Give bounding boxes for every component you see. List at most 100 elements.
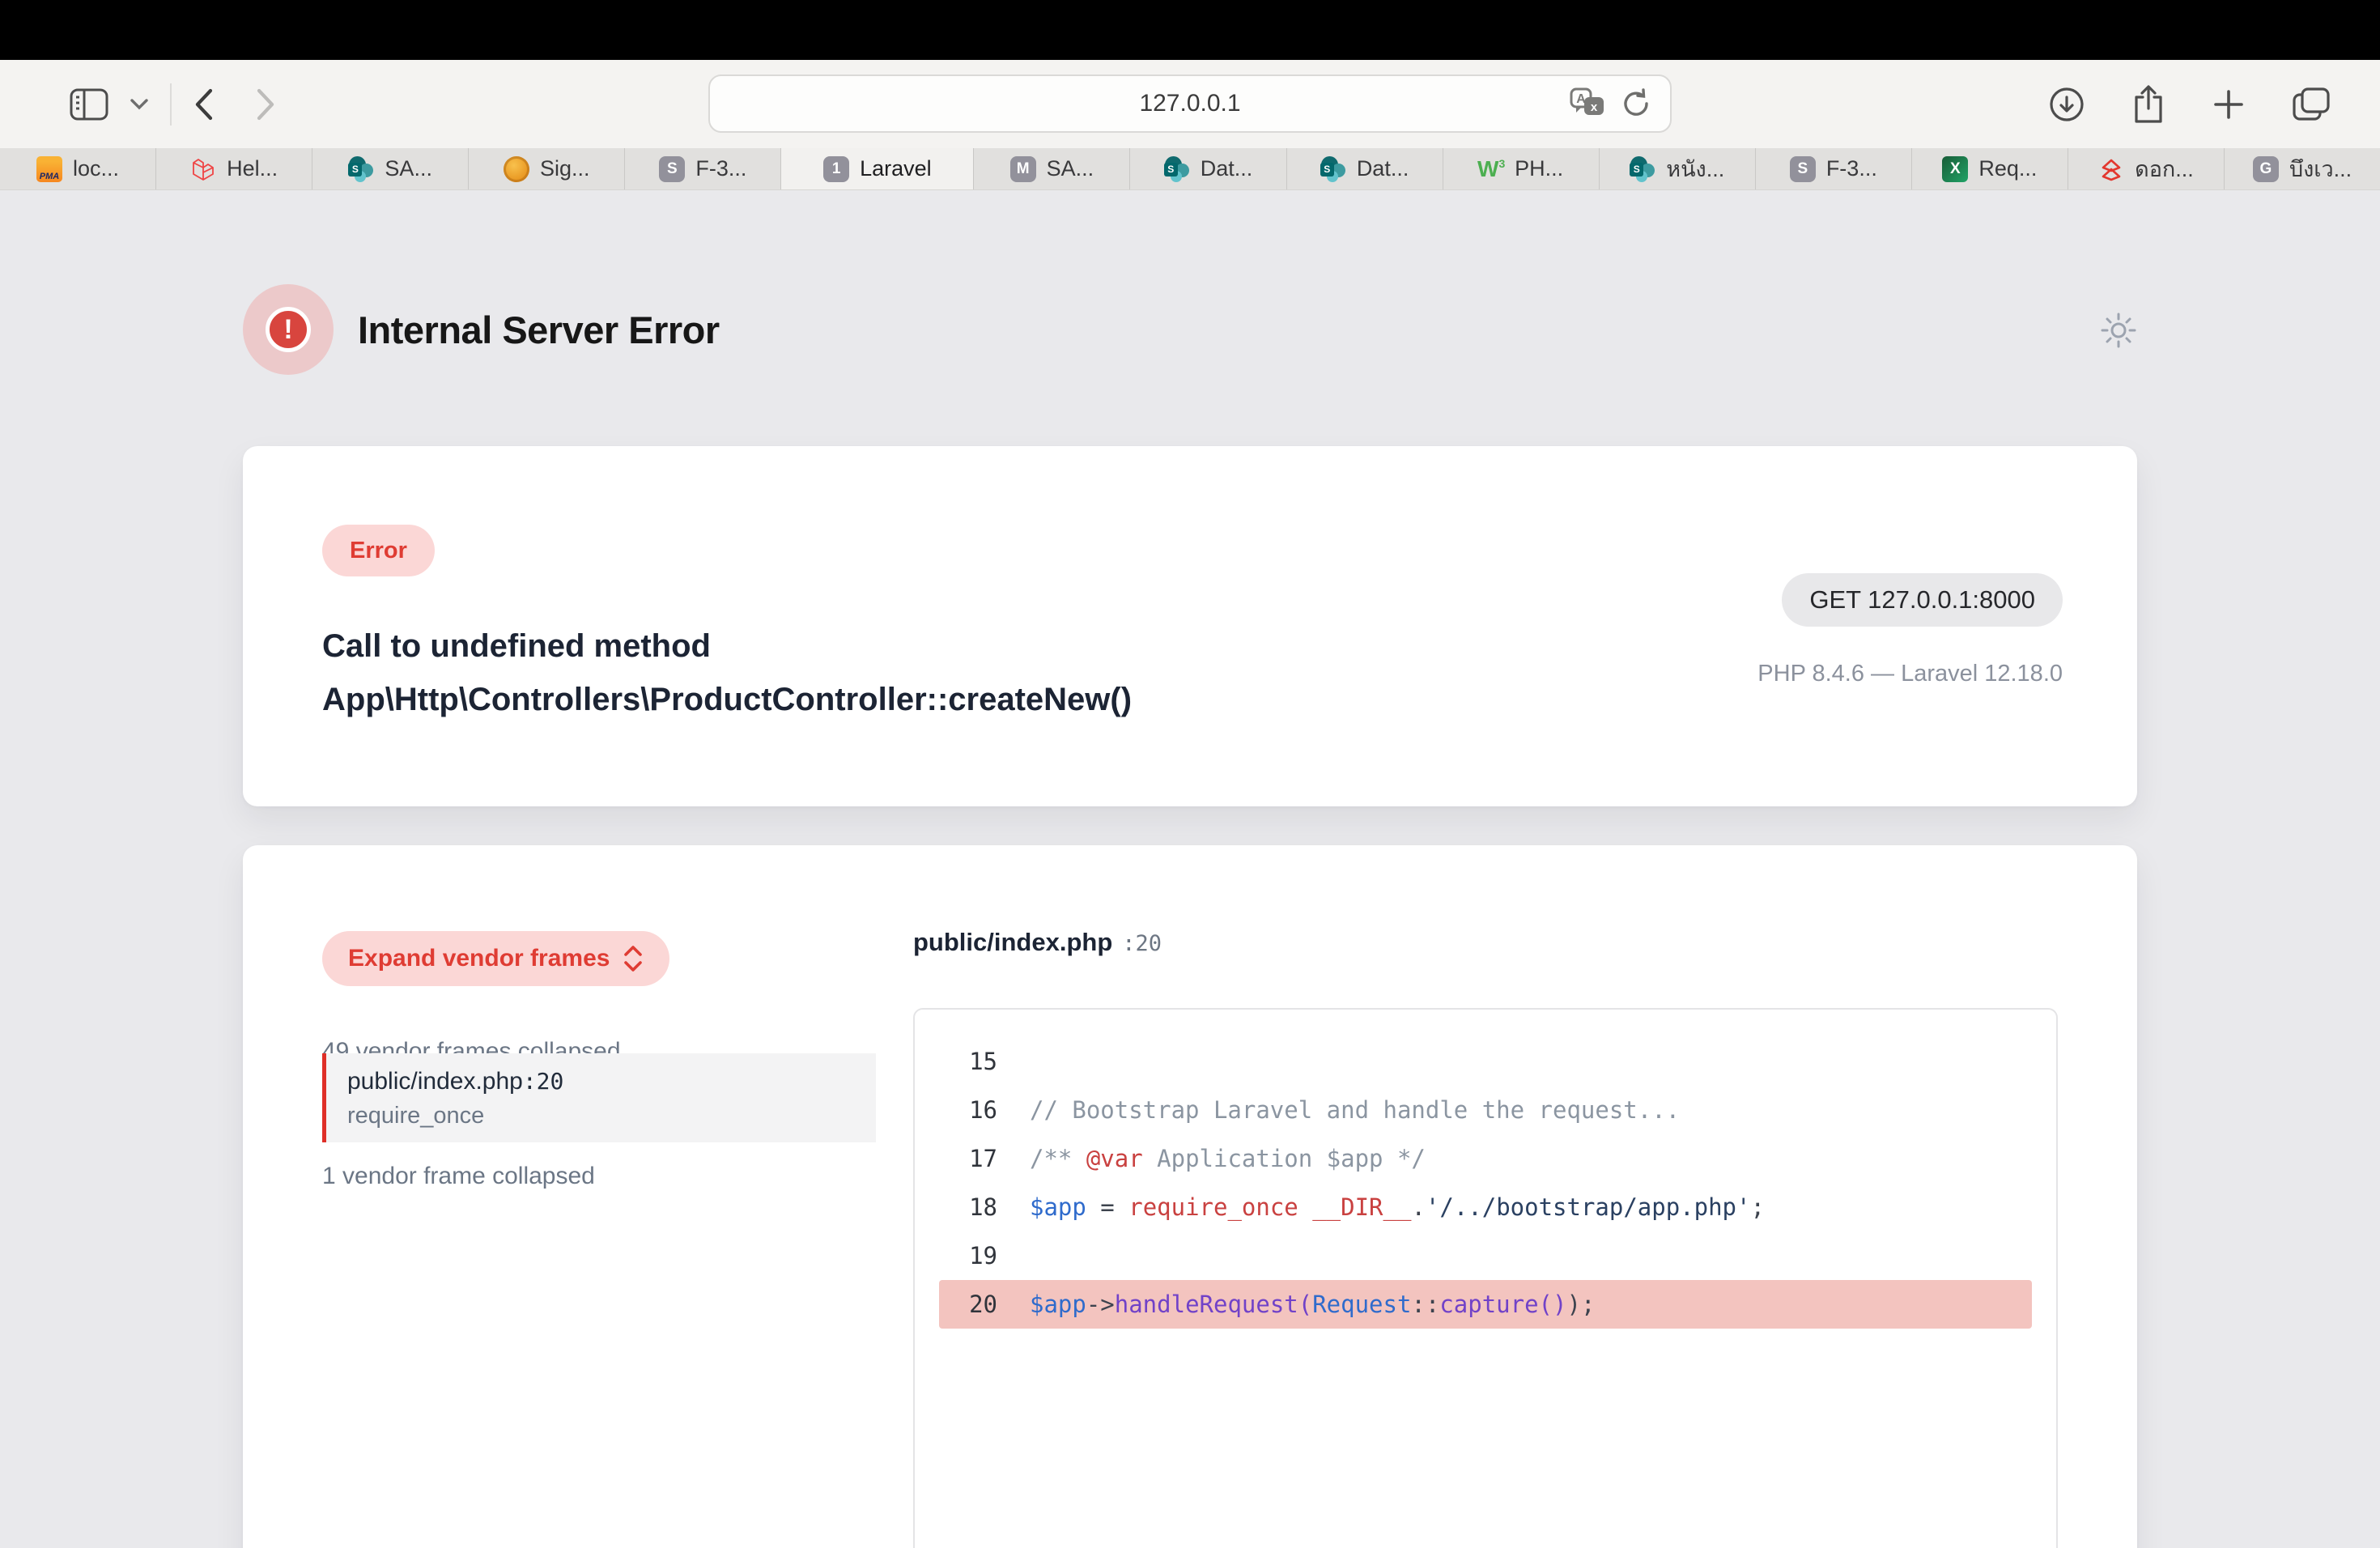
menu-bar bbox=[0, 0, 2380, 60]
frame-file: public/index.php:20 bbox=[347, 1068, 855, 1095]
tab-sa[interactable]: S SA... bbox=[312, 148, 469, 189]
download-icon bbox=[2048, 86, 2085, 123]
tab-hel[interactable]: Hel... bbox=[156, 148, 312, 189]
new-tab-button[interactable] bbox=[2212, 87, 2246, 121]
forward-icon bbox=[254, 87, 277, 121]
coin-favicon bbox=[504, 156, 529, 182]
line-number: 17 bbox=[939, 1145, 997, 1172]
code-line-highlighted: 20 $app->handleRequest(Request::capture()… bbox=[939, 1280, 2032, 1329]
expand-vendor-frames-label: Expand vendor frames bbox=[348, 945, 610, 972]
tab-dat[interactable]: SDat... bbox=[1130, 148, 1286, 189]
sp-favicon: S bbox=[1164, 156, 1190, 182]
forward-button[interactable] bbox=[254, 87, 277, 121]
tab-loc[interactable]: PMAloc... bbox=[0, 148, 156, 189]
tab-label: บึงเว... bbox=[2289, 151, 2352, 186]
tab-f3[interactable]: SF-3... bbox=[1756, 148, 1912, 189]
line-number: 19 bbox=[939, 1242, 997, 1269]
back-button[interactable] bbox=[193, 87, 215, 121]
tab-label: F-3... bbox=[695, 156, 746, 181]
code-line: 15 bbox=[939, 1037, 2032, 1086]
tab-ph[interactable]: W3 PH... bbox=[1443, 148, 1600, 189]
tab-บึงเว[interactable]: G บึงเว... bbox=[2225, 148, 2380, 189]
page-title: Internal Server Error bbox=[358, 308, 720, 352]
laravel-favicon bbox=[190, 156, 216, 182]
tab-label: SA... bbox=[385, 156, 432, 181]
code-line: 19 bbox=[939, 1231, 2032, 1280]
share-button[interactable] bbox=[2131, 84, 2166, 125]
error-page: ! Internal Server Error Error Call to un… bbox=[0, 284, 2380, 1548]
tab-req[interactable]: XReq... bbox=[1912, 148, 2068, 189]
line-number: 18 bbox=[939, 1193, 997, 1221]
url-text: 127.0.0.1 bbox=[1139, 90, 1240, 117]
exclamation-icon: ! bbox=[266, 307, 311, 352]
tabs-overview-icon bbox=[2291, 86, 2331, 123]
sidebar-menu-button[interactable] bbox=[130, 98, 149, 111]
theme-toggle-button[interactable] bbox=[2100, 312, 2137, 349]
code-line: 16 // Bootstrap Laravel and handle the re… bbox=[939, 1086, 2032, 1134]
error-status-icon: ! bbox=[243, 284, 334, 375]
tab-sig[interactable]: Sig... bbox=[469, 148, 625, 189]
back-icon bbox=[193, 87, 215, 121]
code-file-name: public/index.php bbox=[913, 928, 1112, 957]
tile-favicon: M bbox=[1010, 156, 1036, 182]
tab-label: PH... bbox=[1515, 156, 1563, 181]
chevron-down-icon bbox=[130, 98, 149, 111]
w3-favicon: W3 bbox=[1478, 156, 1504, 182]
vendor-frames-collapsed-bottom: 1 vendor frame collapsed bbox=[322, 1163, 595, 1190]
svg-text:x: x bbox=[1591, 100, 1598, 114]
address-bar[interactable]: 127.0.0.1 A x bbox=[708, 74, 1672, 133]
tab-label: Sig... bbox=[540, 156, 590, 181]
sp-favicon: S bbox=[348, 156, 374, 182]
share-icon bbox=[2131, 84, 2166, 125]
line-number: 16 bbox=[939, 1096, 997, 1124]
tab-หนัง[interactable]: S หนัง... bbox=[1600, 148, 1756, 189]
code-viewer[interactable]: 15 16 // Bootstrap Laravel and handle the … bbox=[913, 1008, 2058, 1548]
line-number: 20 bbox=[939, 1291, 997, 1318]
stack-frame-item[interactable]: public/index.php:20 require_once bbox=[322, 1053, 876, 1142]
request-method-badge: GET 127.0.0.1:8000 bbox=[1782, 573, 2063, 627]
tab-dat[interactable]: S Dat... bbox=[1287, 148, 1443, 189]
tile-favicon: 1 bbox=[823, 156, 849, 182]
sp-favicon: S bbox=[1320, 156, 1346, 182]
tile-favicon: G bbox=[2253, 156, 2279, 182]
tab-f3[interactable]: S F-3... bbox=[625, 148, 781, 189]
browser-toolbar: 127.0.0.1 A x bbox=[0, 60, 2380, 148]
line-source: $app = require_once __DIR__.'/../bootstr… bbox=[1030, 1193, 1765, 1221]
reload-button[interactable] bbox=[1620, 87, 1652, 120]
line-source: /** @var Application $app */ bbox=[1030, 1145, 1426, 1172]
tile-favicon: S bbox=[659, 156, 685, 182]
error-summary-card: Error Call to undefined method App\Http\… bbox=[243, 446, 2137, 806]
expand-vendor-frames-button[interactable]: Expand vendor frames bbox=[322, 931, 669, 986]
line-number: 15 bbox=[939, 1048, 997, 1075]
tab-label: ดอก... bbox=[2135, 151, 2194, 186]
runtime-versions: PHP 8.4.6 — Laravel 12.18.0 bbox=[1757, 661, 2063, 687]
code-line: 17 /** @var Application $app */ bbox=[939, 1134, 2032, 1183]
sidebar-toggle-button[interactable] bbox=[70, 87, 108, 121]
tab-ดอก[interactable]: ดอก... bbox=[2068, 148, 2225, 189]
toolbar-divider bbox=[170, 83, 172, 125]
chevrons-favicon bbox=[2098, 156, 2124, 182]
tab-overview-button[interactable] bbox=[2291, 86, 2331, 123]
tab-label: Dat... bbox=[1357, 156, 1409, 181]
tile-favicon: S bbox=[1790, 156, 1816, 182]
sun-icon bbox=[2100, 312, 2137, 349]
tab-label: SA... bbox=[1047, 156, 1094, 181]
translate-button[interactable]: A x bbox=[1570, 87, 1605, 120]
code-line: 18 $app = require_once __DIR__.'/../boots… bbox=[939, 1183, 2032, 1231]
tab-bar: PMAloc...Hel...SSA...Sig...SF-3...1Larav… bbox=[0, 148, 2380, 190]
line-source: // Bootstrap Laravel and handle the requ… bbox=[1030, 1096, 1680, 1124]
error-message: Call to undefined method App\Http\Contro… bbox=[322, 619, 1334, 726]
tab-active-laravel[interactable]: 1 Laravel bbox=[781, 148, 974, 189]
code-line-number: :20 bbox=[1122, 931, 1162, 956]
tab-label: Laravel bbox=[860, 156, 932, 181]
tab-label: หนัง... bbox=[1666, 151, 1724, 186]
frame-method: require_once bbox=[347, 1103, 855, 1129]
reload-icon bbox=[1620, 87, 1652, 120]
translate-icon: A x bbox=[1570, 87, 1605, 120]
error-type-badge: Error bbox=[322, 525, 435, 576]
tab-label: loc... bbox=[73, 156, 119, 181]
sp-favicon: S bbox=[1630, 156, 1655, 182]
tab-sa[interactable]: M SA... bbox=[974, 148, 1130, 189]
line-source: $app->handleRequest(Request::capture()); bbox=[1030, 1291, 1595, 1318]
downloads-button[interactable] bbox=[2048, 86, 2085, 123]
